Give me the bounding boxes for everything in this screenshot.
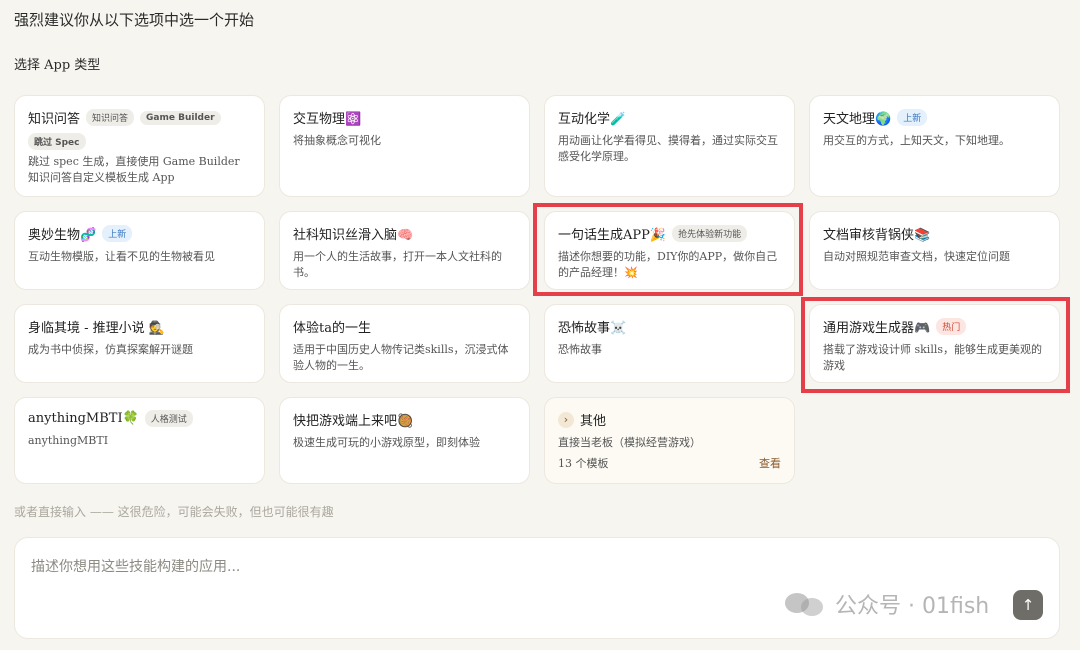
view-link[interactable]: 查看 [759, 455, 781, 471]
card-knowledge-qa[interactable]: 知识问答 知识问答 Game Builder 跳过 Spec 跳过 spec 生… [14, 95, 265, 197]
tag-game-builder: Game Builder [140, 110, 221, 125]
card-title: 文档审核背锅侠📚 [823, 228, 931, 243]
card-desc: 互动生物模版，让看不见的生物被看见 [28, 250, 215, 263]
chevron-right-icon: › [558, 411, 574, 428]
card-title: 社科知识丝滑入脑🧠 [293, 228, 414, 243]
card-desc: 用交互的方式，上知天文，下知地理。 [823, 134, 1010, 147]
card-one-sentence-app[interactable]: 一句话生成APP🎉 抢先体验新功能 描述你想要的功能，DIY你的APP，做你自己… [544, 211, 795, 290]
prompt-input[interactable] [15, 538, 1059, 638]
tag-new: 上新 [102, 225, 133, 242]
card-horror-story[interactable]: 恐怖故事☠️ 恐怖故事 [544, 304, 795, 383]
card-astronomy-geography[interactable]: 天文地理🌍 上新 用交互的方式，上知天文，下知地理。 [809, 95, 1060, 197]
card-desc: 极速生成可玩的小游戏原型，即刻体验 [293, 436, 480, 449]
tag-knowledge-qa: 知识问答 [86, 109, 135, 126]
card-desc: 恐怖故事 [558, 343, 602, 356]
tag-early-access: 抢先体验新功能 [672, 225, 748, 242]
card-title: 一句话生成APP🎉 [558, 228, 667, 243]
card-desc: 描述你想要的功能，DIY你的APP，做你自己的产品经理！💥 [558, 250, 778, 279]
card-title: 奥妙生物🧬 [28, 228, 97, 243]
card-life-experience[interactable]: 体验ta的一生 适用于中国历史人物传记类skills，沉浸式体验人物的一生。 [279, 304, 530, 383]
card-title: 通用游戏生成器🎮 [823, 321, 931, 336]
card-title: 恐怖故事☠️ [558, 321, 627, 336]
card-title: 互动化学🧪 [558, 112, 627, 127]
card-title: anythingMBTI🍀 [28, 411, 139, 426]
card-desc: 直接当老板（模拟经营游戏） [558, 436, 701, 449]
card-quick-game[interactable]: 快把游戏端上来吧🥘 极速生成可玩的小游戏原型，即刻体验 [279, 397, 530, 484]
card-desc: anythingMBTI [28, 434, 109, 447]
card-biology[interactable]: 奥妙生物🧬 上新 互动生物模版，让看不见的生物被看见 [14, 211, 265, 290]
card-desc: 适用于中国历史人物传记类skills，沉浸式体验人物的一生。 [293, 343, 509, 372]
card-desc: 自动对照规范审查文档，快速定位问题 [823, 250, 1010, 263]
card-desc: 成为书中侦探，仿真探案解开谜题 [28, 343, 193, 356]
template-count: 13 个模板 [558, 457, 609, 470]
card-title: 交互物理⚛️ [293, 112, 362, 127]
page-heading: 强烈建议你从以下选项中选一个开始 [14, 11, 255, 29]
section-title: 选择 App 类型 [14, 58, 101, 73]
card-social-science[interactable]: 社科知识丝滑入脑🧠 用一个人的生活故事，打开一本人文社科的书。 [279, 211, 530, 290]
direct-input-hint: 或者直接输入 —— 这很危险，可能会失败，但也可能很有趣 [14, 505, 334, 519]
tag-new: 上新 [897, 109, 928, 126]
card-desc: 将抽象概念可视化 [293, 134, 381, 147]
tag-hot: 热门 [936, 318, 967, 335]
card-title: 快把游戏端上来吧🥘 [293, 414, 414, 429]
card-desc: 用一个人的生活故事，打开一本人文社科的书。 [293, 250, 502, 279]
card-title: 体验ta的一生 [293, 321, 371, 336]
card-chemistry[interactable]: 互动化学🧪 用动画让化学看得见、摸得着，通过实际交互感受化学原理。 [544, 95, 795, 197]
card-desc: 搭载了游戏设计师 skills，能够生成更美观的游戏 [823, 343, 1043, 372]
card-title: 身临其境 - 推理小说 🕵️ [28, 321, 165, 336]
card-desc: 跳过 spec 生成，直接使用 Game Builder 知识问答自定义模板生成… [28, 155, 240, 184]
tag-personality-test: 人格测试 [144, 410, 193, 427]
card-detective-novel[interactable]: 身临其境 - 推理小说 🕵️ 成为书中侦探，仿真探案解开谜题 [14, 304, 265, 383]
tag-skip-spec: 跳过 Spec [28, 133, 86, 150]
prompt-input-box: ↑ [14, 537, 1060, 639]
card-mbti[interactable]: anythingMBTI🍀 人格测试 anythingMBTI [14, 397, 265, 484]
card-doc-review[interactable]: 文档审核背锅侠📚 自动对照规范审查文档，快速定位问题 [809, 211, 1060, 290]
card-title: 天文地理🌍 [823, 112, 892, 127]
card-other[interactable]: › 其他 直接当老板（模拟经营游戏） 13 个模板 查看 [544, 397, 795, 484]
card-physics[interactable]: 交互物理⚛️ 将抽象概念可视化 [279, 95, 530, 197]
card-title: 知识问答 [28, 112, 81, 127]
card-game-generator[interactable]: 通用游戏生成器🎮 热门 搭载了游戏设计师 skills，能够生成更美观的游戏 [809, 304, 1060, 383]
send-button[interactable]: ↑ [1013, 590, 1043, 620]
card-desc: 用动画让化学看得见、摸得着，通过实际交互感受化学原理。 [558, 134, 778, 163]
card-title: 其他 [580, 414, 607, 429]
